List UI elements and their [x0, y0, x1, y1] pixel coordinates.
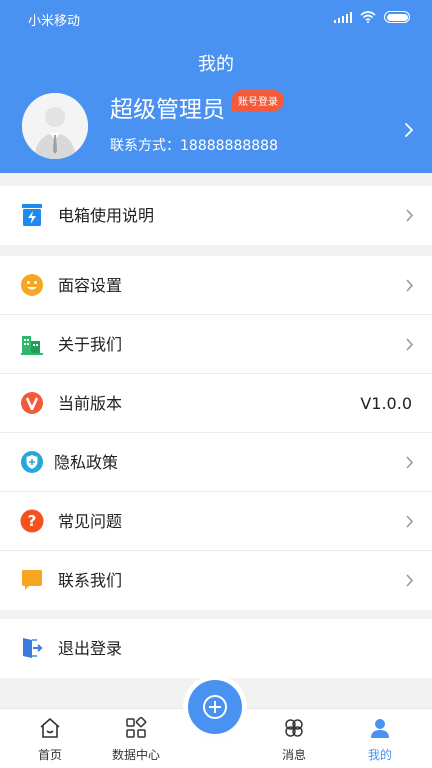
chat-icon: [22, 570, 42, 590]
contact-info: 联系方式：18888888888: [110, 135, 278, 155]
menu-item-face-settings[interactable]: 面容设置: [0, 256, 432, 315]
home-icon: [40, 718, 60, 738]
shield-icon: [21, 451, 43, 473]
menu-item-contact-us[interactable]: 联系我们: [0, 551, 432, 610]
menu-item-label: 面容设置: [58, 276, 123, 295]
status-bar: 小米移动: [0, 0, 432, 36]
chevron-right-icon: [406, 279, 414, 292]
menu-section-logout: 退出登录: [0, 619, 432, 678]
tab-label: 首页: [37, 748, 62, 762]
page-title: 我的: [198, 54, 234, 75]
person-icon: [371, 719, 389, 738]
tab-label: 数据中心: [111, 748, 160, 762]
menu-item-about-us[interactable]: 关于我们: [0, 315, 432, 374]
menu-section-guide: 电箱使用说明: [0, 186, 432, 245]
menu-item-logout[interactable]: 退出登录: [0, 619, 432, 678]
menu-item-label: 隐私政策: [54, 453, 119, 472]
tab-messages[interactable]: 消息: [254, 709, 334, 768]
grid-icon: [126, 717, 147, 738]
login-badge[interactable]: 账号登录: [232, 90, 284, 111]
menu-item-label: 关于我们: [58, 335, 123, 354]
tab-label: 消息: [281, 748, 306, 762]
menu-section-settings: 面容设置 关于我们 当前版本 V1.0.0 隐私政策 ? 常见问题 联系我们: [0, 256, 432, 610]
contact-label: 联系方式：: [110, 138, 180, 154]
svg-text:?: ?: [28, 512, 37, 530]
menu-item-faq[interactable]: ? 常见问题: [0, 492, 432, 551]
menu-item-label: 电箱使用说明: [58, 206, 155, 225]
tab-data-center[interactable]: 数据中心: [96, 709, 176, 768]
chevron-right-icon: [406, 574, 414, 587]
menu-item-label: 退出登录: [58, 639, 123, 658]
tab-label: 我的: [367, 748, 392, 762]
add-button[interactable]: [188, 680, 242, 734]
tab-mine[interactable]: 我的: [340, 709, 420, 768]
chevron-right-icon: [406, 456, 414, 469]
chevron-right-icon: [406, 515, 414, 528]
menu-item-privacy-policy[interactable]: 隐私政策: [0, 433, 432, 492]
menu-item-current-version: 当前版本 V1.0.0: [0, 374, 432, 433]
version-icon: [21, 392, 43, 414]
battery-icon: [384, 11, 410, 23]
add-icon: [203, 695, 227, 719]
user-name: 超级管理员: [110, 97, 225, 123]
avatar-person-icon: [22, 93, 88, 159]
contact-phone: 18888888888: [180, 138, 278, 154]
chevron-right-icon: [406, 338, 414, 351]
logout-icon: [23, 638, 43, 658]
menu-item-label: 联系我们: [58, 571, 123, 590]
menu-item-label: 当前版本: [58, 394, 123, 413]
avatar[interactable]: [22, 93, 88, 159]
face-icon: [21, 274, 43, 296]
version-value: V1.0.0: [360, 394, 412, 413]
menu-item-electric-box-guide[interactable]: 电箱使用说明: [0, 186, 432, 245]
chevron-right-icon[interactable]: [404, 122, 414, 138]
status-icons: [334, 11, 410, 23]
wifi-icon: [360, 11, 376, 23]
question-icon: ?: [20, 509, 44, 533]
menu-item-label: 常见问题: [58, 512, 123, 531]
buildings-icon: [21, 336, 43, 355]
profile-header: 小米移动 我的 超级管理员 账号登录 联系方式：18888888888: [0, 0, 432, 173]
tab-home[interactable]: 首页: [10, 709, 90, 768]
carrier-label: 小米移动: [28, 14, 81, 29]
chevron-right-icon: [406, 209, 414, 222]
clover-icon: [285, 719, 303, 737]
signal-icon: [334, 11, 352, 23]
electric-box-icon: [22, 204, 42, 226]
